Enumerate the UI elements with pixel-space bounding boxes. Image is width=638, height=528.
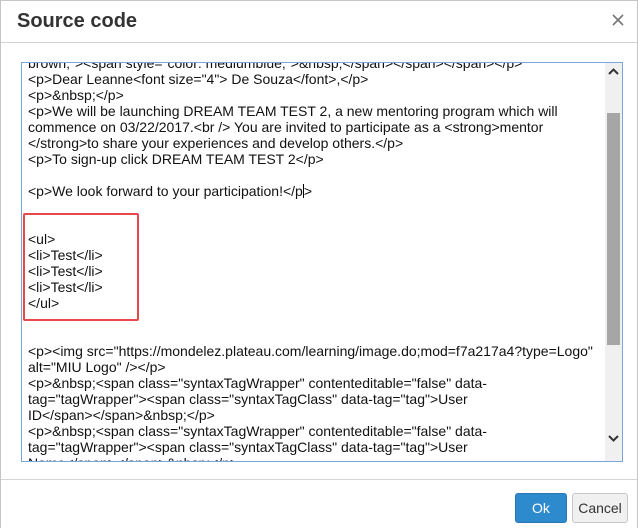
vertical-scrollbar[interactable] bbox=[605, 63, 622, 461]
code-line: </ul> bbox=[28, 295, 60, 311]
cancel-button[interactable]: Cancel bbox=[572, 493, 628, 523]
scroll-up-button[interactable] bbox=[605, 63, 622, 80]
code-line: brown;"><span style="color: mediumblue;"… bbox=[28, 62, 523, 71]
code-line: <p>We look forward to your participation… bbox=[28, 183, 313, 199]
code-line: ID</span></span>&nbsp;</p> bbox=[28, 407, 215, 423]
code-line: <ul> bbox=[28, 231, 56, 247]
close-icon-glyph bbox=[612, 14, 624, 26]
chevron-down-icon bbox=[608, 435, 619, 442]
code-line: Name</span></span>&nbsp;</p> bbox=[28, 455, 610, 461]
code-line: <p>&nbsp;<span class="syntaxTagWrapper" … bbox=[28, 375, 487, 391]
close-icon[interactable] bbox=[609, 11, 627, 29]
code-line: <li>Test</li> bbox=[28, 263, 103, 279]
code-line: <p><img src="https://mondelez.plateau.co… bbox=[28, 343, 593, 359]
dialog-header: Source code bbox=[1, 1, 637, 43]
source-code-dialog: Source code brown;"><span style="color: … bbox=[0, 0, 638, 528]
chevron-up-icon bbox=[608, 68, 619, 75]
code-line: tag="tagWrapper"><span class="syntaxTagC… bbox=[28, 439, 468, 455]
source-code-content[interactable]: brown;"><span style="color: mediumblue;"… bbox=[22, 62, 610, 461]
scrollbar-thumb[interactable] bbox=[607, 113, 620, 345]
code-line: <li>Test</li> bbox=[28, 279, 103, 295]
code-line: </strong>to share your experiences and d… bbox=[28, 135, 404, 151]
code-line: tag="tagWrapper"><span class="syntaxTagC… bbox=[28, 391, 468, 407]
ok-button[interactable]: Ok bbox=[515, 493, 567, 523]
code-line: <li>Test</li> bbox=[28, 247, 103, 263]
code-line: <p>To sign-up click DREAM TEAM TEST 2</p… bbox=[28, 151, 324, 167]
code-line: commence on 03/22/2017.<br /> You are in… bbox=[28, 119, 544, 135]
dialog-title: Source code bbox=[17, 10, 138, 32]
code-line: <p>&nbsp;</p> bbox=[28, 87, 124, 103]
code-line: <p>&nbsp;<span class="syntaxTagWrapper" … bbox=[28, 423, 487, 439]
text-caret bbox=[302, 184, 304, 198]
source-code-textarea[interactable]: brown;"><span style="color: mediumblue;"… bbox=[21, 62, 623, 462]
code-line: alt="MIU Logo" /></p> bbox=[28, 359, 166, 375]
scroll-down-button[interactable] bbox=[605, 430, 622, 447]
code-line: <p>We will be launching DREAM TEAM TEST … bbox=[28, 103, 558, 119]
dialog-footer: Ok Cancel bbox=[1, 479, 637, 528]
code-line: <p>Dear Leanne<font size="4"> De Souza</… bbox=[28, 71, 369, 87]
